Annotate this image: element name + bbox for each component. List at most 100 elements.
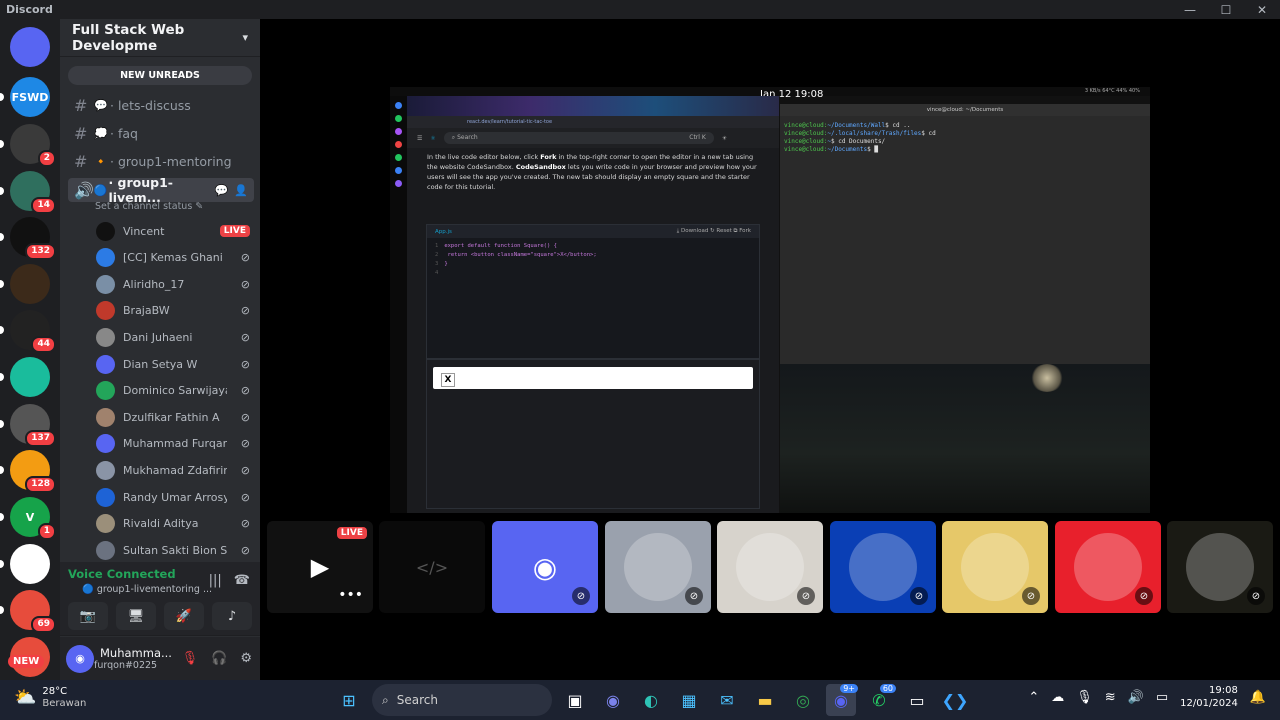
set-channel-status[interactable]: Set a channel status ✎	[95, 201, 203, 212]
taskbar-search[interactable]: ⌕ Search	[372, 684, 552, 716]
voice-connected-status[interactable]: Voice Connected	[68, 567, 176, 581]
microphone-icon[interactable]: 🎙	[1076, 690, 1093, 705]
voice-channel-group1-livementoring[interactable]: 🔊 🔵 · group1-livem... 💬 👤	[68, 175, 254, 205]
new-servers-badge[interactable]: NEW	[8, 655, 45, 668]
voice-member[interactable]: BrajaBW ⊘	[96, 300, 250, 322]
gear-icon[interactable]: ⚙	[240, 651, 252, 666]
voice-member[interactable]: Dian Setya W ⊘	[96, 353, 250, 375]
more-options-icon[interactable]: •••	[338, 587, 363, 603]
start-button[interactable]: ⊞	[334, 684, 364, 716]
wifi-icon[interactable]: ≋	[1105, 690, 1116, 705]
shared-screen[interactable]: Jan 12 19:08 3 KB/s 64°C 44% 40% react.d…	[390, 87, 1150, 513]
activities-button[interactable]: 🚀	[164, 602, 204, 630]
muted-mic-icon: ⊘	[1247, 587, 1265, 605]
whatsapp-icon[interactable]: ✆ 60	[864, 684, 896, 716]
mail-icon[interactable]: ✉	[712, 684, 742, 716]
muted-mic-icon: ⊘	[240, 304, 250, 318]
voice-member[interactable]: Sultan Sakti Bion S... ⊘	[96, 539, 250, 561]
participant-tile[interactable]: ⊘	[1055, 521, 1161, 613]
participant-tile[interactable]: ⊘	[717, 521, 823, 613]
discord-home-icon[interactable]	[10, 27, 50, 67]
camera-off-button[interactable]: 📷	[68, 602, 108, 630]
disconnect-icon[interactable]: ☎	[234, 573, 250, 588]
weather-widget[interactable]: ⛅ 28°C Berawan	[14, 686, 86, 710]
server-icon[interactable]	[0, 264, 50, 304]
voice-member[interactable]: Vincent LIVE	[96, 220, 250, 242]
cloud-icon[interactable]: ☁	[1051, 690, 1064, 705]
avatar[interactable]: ◉	[66, 644, 94, 673]
invite-icon[interactable]: 👤	[234, 184, 248, 197]
headphones-icon[interactable]: 🎧	[211, 651, 227, 666]
server-icon[interactable]: 132	[0, 217, 56, 260]
task-view-icon[interactable]: ▣	[560, 684, 590, 716]
participant-tile[interactable]: </>	[379, 521, 485, 613]
server-icon[interactable]: FSWD	[0, 77, 50, 117]
server-icon[interactable]	[0, 544, 50, 584]
voice-member[interactable]: [CC] Kemas Ghani ... ⊘	[96, 247, 250, 269]
edge-icon[interactable]: ◐	[636, 684, 666, 716]
code-text: export default function Square() {	[444, 243, 557, 249]
notification-bell-icon[interactable]: 🔔	[1250, 690, 1266, 705]
minimize-button[interactable]: —	[1172, 0, 1208, 19]
participant-tile[interactable]: ⊘	[942, 521, 1048, 613]
terminal-title: vince@cloud: ~/Documents	[780, 104, 1150, 116]
guild-header[interactable]: Full Stack Web Developme ▾	[60, 19, 260, 57]
server-icon[interactable]: 69	[0, 590, 56, 633]
server-icon[interactable]: 44	[0, 310, 56, 353]
chrome-icon[interactable]: ◎	[788, 684, 818, 716]
channel-group1-mentoring[interactable]: # 🔸 · group1-mentoring	[68, 149, 254, 173]
speaker-icon: 🔊	[74, 180, 94, 200]
share-screen-button[interactable]: 🖥	[116, 602, 156, 630]
server-icon[interactable]: 128	[0, 450, 56, 493]
volume-icon[interactable]: 🔊	[1128, 690, 1144, 705]
voice-member[interactable]: Dominico Sarwijaya... ⊘	[96, 380, 250, 402]
file-explorer-icon[interactable]: ▬	[750, 684, 780, 716]
unread-pill	[0, 420, 4, 428]
close-button[interactable]: ✕	[1244, 0, 1280, 19]
clock-date: 12/01/2024	[1180, 698, 1238, 709]
mute-mic-icon[interactable]: 🎙	[182, 651, 199, 666]
site-nav: ☰ ⚛ ⌕ Search Ctrl K ☀	[407, 128, 779, 148]
member-name: BrajaBW	[123, 304, 170, 318]
participant-tile[interactable]: ⊘	[1167, 521, 1273, 613]
pencil-icon: ✎	[195, 201, 204, 212]
participant-tile[interactable]: ⊘	[830, 521, 936, 613]
voice-member[interactable]: Muhammad Furqan ⊘	[96, 433, 250, 455]
browser-window: react.dev/learn/tutorial-tic-tac-toe ☰ ⚛…	[407, 96, 779, 513]
dock-app-icon	[395, 115, 402, 122]
new-unreads-pill[interactable]: NEW UNREADS	[68, 66, 252, 85]
server-icon[interactable]: 14	[0, 171, 56, 214]
terminal-line: vince@cloud:~$ cd Documents/	[784, 138, 1146, 146]
maximize-button[interactable]: ☐	[1208, 0, 1244, 19]
voice-member[interactable]: Rivaldi Aditya ⊘	[96, 513, 250, 535]
terminal-icon[interactable]: ▭	[902, 684, 932, 716]
server-icon[interactable]: 137	[0, 404, 56, 447]
server-icon[interactable]: 2	[0, 124, 56, 167]
voice-member[interactable]: Randy Umar Arrosy... ⊘	[96, 486, 250, 508]
voice-channel-link[interactable]: 🔵 group1-livementoring ...	[82, 584, 212, 595]
channel-faq[interactable]: # 💭 · faq	[68, 121, 254, 145]
server-icon[interactable]: V1	[0, 497, 56, 540]
store-icon[interactable]: ▦	[674, 684, 704, 716]
chat-icon[interactable]: 💬	[215, 184, 229, 197]
noise-suppression-icon[interactable]: |||	[209, 573, 222, 588]
muted-mic-icon: ⊘	[240, 490, 250, 504]
teams-chat-icon[interactable]: ◉	[598, 684, 628, 716]
discord-taskbar-icon[interactable]: ◉ 9+	[826, 684, 858, 716]
voice-member[interactable]: Aliridho_17 ⊘	[96, 273, 250, 295]
voice-member[interactable]: Dani Juhaeni ⊘	[96, 326, 250, 348]
chevron-up-icon[interactable]: ⌃	[1028, 690, 1039, 705]
channel-lets-discuss[interactable]: # 💬 · lets-discuss	[68, 93, 254, 117]
soundboard-button[interactable]: ♪	[212, 602, 252, 630]
server-icon[interactable]	[0, 357, 50, 397]
battery-icon[interactable]: ▭	[1156, 690, 1168, 705]
participant-tile[interactable]: ⊘	[605, 521, 711, 613]
avatar	[624, 533, 692, 601]
voice-member[interactable]: Dzulfikar Fathin A ⊘	[96, 406, 250, 428]
participant-tile[interactable]: ◉ ⊘	[492, 521, 598, 613]
vscode-icon[interactable]: ❮❯	[940, 684, 970, 716]
participant-tile[interactable]: ▶ LIVE •••	[267, 521, 373, 613]
taskbar-clock[interactable]: 19:08 12/01/2024	[1180, 684, 1238, 710]
voice-member[interactable]: Mukhamad Zdafirin... ⊘	[96, 459, 250, 481]
server-list: FSWD 2 14 132 44 137 128 V 1 69	[0, 19, 60, 680]
